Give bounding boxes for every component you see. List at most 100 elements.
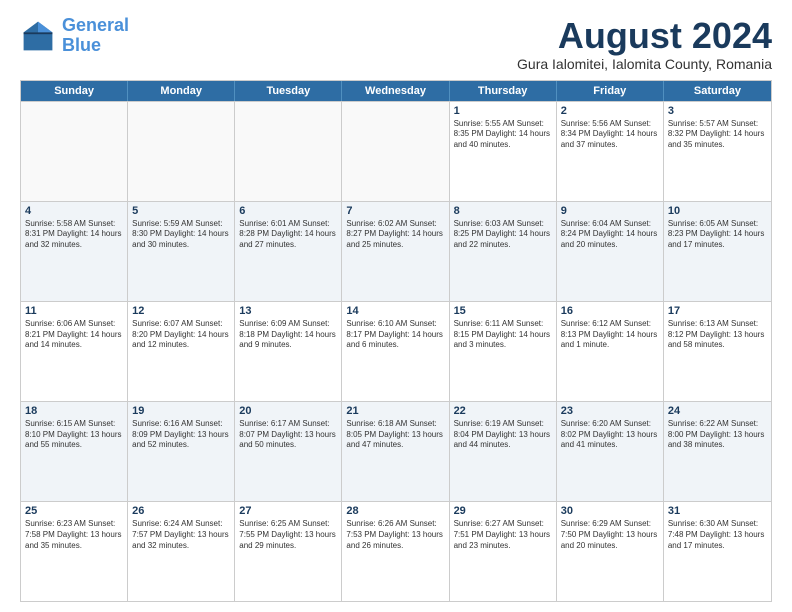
day-number: 7: [346, 205, 444, 217]
cell-info: Sunrise: 6:23 AM Sunset: 7:58 PM Dayligh…: [25, 519, 123, 551]
day-number: 16: [561, 305, 659, 317]
cell-w4-d6: 23 Sunrise: 6:20 AM Sunset: 8:02 PM Dayli…: [557, 402, 664, 501]
calendar-header: Sunday Monday Tuesday Wednesday Thursday…: [21, 81, 771, 101]
cell-w4-d3: 20 Sunrise: 6:17 AM Sunset: 8:07 PM Dayli…: [235, 402, 342, 501]
cell-info: Sunrise: 6:07 AM Sunset: 8:20 PM Dayligh…: [132, 319, 230, 351]
day-number: 14: [346, 305, 444, 317]
calendar: Sunday Monday Tuesday Wednesday Thursday…: [20, 80, 772, 602]
cell-info: Sunrise: 6:30 AM Sunset: 7:48 PM Dayligh…: [668, 519, 767, 551]
cell-w5-d2: 26 Sunrise: 6:24 AM Sunset: 7:57 PM Dayli…: [128, 502, 235, 601]
cell-w1-d3: [235, 102, 342, 201]
header-sunday: Sunday: [21, 81, 128, 101]
logo-line1: General: [62, 15, 129, 35]
day-number: 23: [561, 405, 659, 417]
cell-info: Sunrise: 5:55 AM Sunset: 8:35 PM Dayligh…: [454, 119, 552, 151]
cell-info: Sunrise: 5:56 AM Sunset: 8:34 PM Dayligh…: [561, 119, 659, 151]
cell-w5-d4: 28Sunrise: 6:26 AM Sunset: 7:53 PM Dayli…: [342, 502, 449, 601]
cell-w2-d7: 10Sunrise: 6:05 AM Sunset: 8:23 PM Dayli…: [664, 202, 771, 301]
cell-info: Sunrise: 6:25 AM Sunset: 7:55 PM Dayligh…: [239, 519, 337, 551]
day-number: 1: [454, 105, 552, 117]
cell-w5-d1: 25Sunrise: 6:23 AM Sunset: 7:58 PM Dayli…: [21, 502, 128, 601]
cell-w3-d2: 12 Sunrise: 6:07 AM Sunset: 8:20 PM Dayli…: [128, 302, 235, 401]
cell-w4-d5: 22Sunrise: 6:19 AM Sunset: 8:04 PM Dayli…: [450, 402, 557, 501]
header-friday: Friday: [557, 81, 664, 101]
cell-w2-d3: 6 Sunrise: 6:01 AM Sunset: 8:28 PM Daylig…: [235, 202, 342, 301]
logo-text: General Blue: [62, 16, 129, 56]
day-number: 27: [239, 505, 337, 517]
cell-w5-d6: 30Sunrise: 6:29 AM Sunset: 7:50 PM Dayli…: [557, 502, 664, 601]
cell-w3-d4: 14 Sunrise: 6:10 AM Sunset: 8:17 PM Dayli…: [342, 302, 449, 401]
cell-info: Sunrise: 6:10 AM Sunset: 8:17 PM Dayligh…: [346, 319, 444, 351]
day-number: 19: [132, 405, 230, 417]
cell-w2-d4: 7Sunrise: 6:02 AM Sunset: 8:27 PM Daylig…: [342, 202, 449, 301]
cell-w2-d6: 9 Sunrise: 6:04 AM Sunset: 8:24 PM Daylig…: [557, 202, 664, 301]
day-number: 9: [561, 205, 659, 217]
logo-line2: Blue: [62, 35, 101, 55]
week-row-2: 4 Sunrise: 5:58 AM Sunset: 8:31 PM Daylig…: [21, 201, 771, 301]
cell-w4-d7: 24 Sunrise: 6:22 AM Sunset: 8:00 PM Dayli…: [664, 402, 771, 501]
cell-info: Sunrise: 6:11 AM Sunset: 8:15 PM Dayligh…: [454, 319, 552, 351]
cell-info: Sunrise: 6:01 AM Sunset: 8:28 PM Dayligh…: [239, 219, 337, 251]
day-number: 12: [132, 305, 230, 317]
calendar-body: 1 Sunrise: 5:55 AM Sunset: 8:35 PM Daylig…: [21, 101, 771, 601]
day-number: 20: [239, 405, 337, 417]
cell-info: Sunrise: 6:13 AM Sunset: 8:12 PM Dayligh…: [668, 319, 767, 351]
cell-w1-d6: 2 Sunrise: 5:56 AM Sunset: 8:34 PM Daylig…: [557, 102, 664, 201]
cell-info: Sunrise: 6:20 AM Sunset: 8:02 PM Dayligh…: [561, 419, 659, 451]
day-number: 29: [454, 505, 552, 517]
day-number: 6: [239, 205, 337, 217]
cell-w5-d5: 29 Sunrise: 6:27 AM Sunset: 7:51 PM Dayli…: [450, 502, 557, 601]
cell-info: Sunrise: 6:27 AM Sunset: 7:51 PM Dayligh…: [454, 519, 552, 551]
day-number: 18: [25, 405, 123, 417]
page: General Blue August 2024 Gura Ialomitei,…: [0, 0, 792, 612]
day-number: 15: [454, 305, 552, 317]
cell-w2-d1: 4 Sunrise: 5:58 AM Sunset: 8:31 PM Daylig…: [21, 202, 128, 301]
cell-w4-d1: 18Sunrise: 6:15 AM Sunset: 8:10 PM Dayli…: [21, 402, 128, 501]
cell-info: Sunrise: 6:17 AM Sunset: 8:07 PM Dayligh…: [239, 419, 337, 451]
header-saturday: Saturday: [664, 81, 771, 101]
logo: General Blue: [20, 16, 129, 56]
cell-info: Sunrise: 6:19 AM Sunset: 8:04 PM Dayligh…: [454, 419, 552, 451]
day-number: 2: [561, 105, 659, 117]
cell-w1-d2: [128, 102, 235, 201]
cell-w3-d1: 11Sunrise: 6:06 AM Sunset: 8:21 PM Dayli…: [21, 302, 128, 401]
cell-info: Sunrise: 6:16 AM Sunset: 8:09 PM Dayligh…: [132, 419, 230, 451]
day-number: 30: [561, 505, 659, 517]
week-row-5: 25Sunrise: 6:23 AM Sunset: 7:58 PM Dayli…: [21, 501, 771, 601]
day-number: 4: [25, 205, 123, 217]
day-number: 13: [239, 305, 337, 317]
cell-info: Sunrise: 5:58 AM Sunset: 8:31 PM Dayligh…: [25, 219, 123, 251]
logo-icon: [20, 18, 56, 54]
day-number: 21: [346, 405, 444, 417]
cell-info: Sunrise: 6:24 AM Sunset: 7:57 PM Dayligh…: [132, 519, 230, 551]
cell-w1-d5: 1 Sunrise: 5:55 AM Sunset: 8:35 PM Daylig…: [450, 102, 557, 201]
cell-w2-d5: 8 Sunrise: 6:03 AM Sunset: 8:25 PM Daylig…: [450, 202, 557, 301]
cell-w4-d2: 19 Sunrise: 6:16 AM Sunset: 8:09 PM Dayli…: [128, 402, 235, 501]
title-block: August 2024 Gura Ialomitei, Ialomita Cou…: [517, 16, 772, 72]
day-number: 26: [132, 505, 230, 517]
cell-w1-d4: [342, 102, 449, 201]
cell-info: Sunrise: 6:18 AM Sunset: 8:05 PM Dayligh…: [346, 419, 444, 451]
cell-info: Sunrise: 6:04 AM Sunset: 8:24 PM Dayligh…: [561, 219, 659, 251]
cell-w3-d6: 16 Sunrise: 6:12 AM Sunset: 8:13 PM Dayli…: [557, 302, 664, 401]
cell-info: Sunrise: 5:57 AM Sunset: 8:32 PM Dayligh…: [668, 119, 767, 151]
cell-w4-d4: 21 Sunrise: 6:18 AM Sunset: 8:05 PM Dayli…: [342, 402, 449, 501]
cell-info: Sunrise: 6:06 AM Sunset: 8:21 PM Dayligh…: [25, 319, 123, 351]
header-tuesday: Tuesday: [235, 81, 342, 101]
cell-info: Sunrise: 6:12 AM Sunset: 8:13 PM Dayligh…: [561, 319, 659, 351]
day-number: 31: [668, 505, 767, 517]
cell-info: Sunrise: 6:03 AM Sunset: 8:25 PM Dayligh…: [454, 219, 552, 251]
week-row-3: 11Sunrise: 6:06 AM Sunset: 8:21 PM Dayli…: [21, 301, 771, 401]
day-number: 24: [668, 405, 767, 417]
cell-w3-d5: 15 Sunrise: 6:11 AM Sunset: 8:15 PM Dayli…: [450, 302, 557, 401]
cell-w2-d2: 5Sunrise: 5:59 AM Sunset: 8:30 PM Daylig…: [128, 202, 235, 301]
week-row-4: 18Sunrise: 6:15 AM Sunset: 8:10 PM Dayli…: [21, 401, 771, 501]
week-row-1: 1 Sunrise: 5:55 AM Sunset: 8:35 PM Daylig…: [21, 101, 771, 201]
header-wednesday: Wednesday: [342, 81, 449, 101]
day-number: 5: [132, 205, 230, 217]
cell-info: Sunrise: 6:22 AM Sunset: 8:00 PM Dayligh…: [668, 419, 767, 451]
cell-info: Sunrise: 6:26 AM Sunset: 7:53 PM Dayligh…: [346, 519, 444, 551]
day-number: 8: [454, 205, 552, 217]
day-number: 3: [668, 105, 767, 117]
header-monday: Monday: [128, 81, 235, 101]
